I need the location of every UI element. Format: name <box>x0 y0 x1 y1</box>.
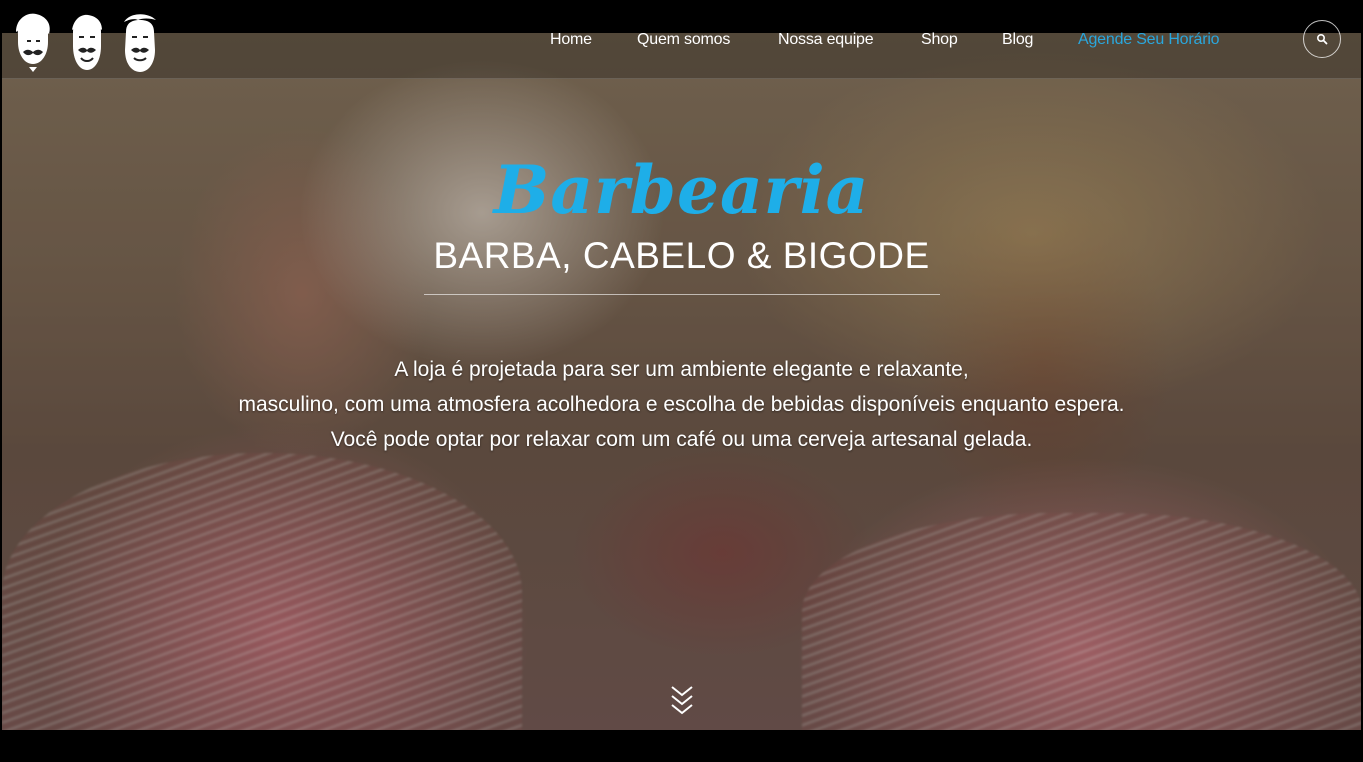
search-button[interactable] <box>1303 20 1341 58</box>
top-black-bar <box>0 0 1363 33</box>
main-nav: Home Quem somos Nossa equipe Shop Blog A… <box>0 30 1363 50</box>
hero-tagline: BARBA, CABELO & BIGODE <box>433 235 930 276</box>
scroll-down-button[interactable] <box>669 684 695 720</box>
hero-description-line: A loja é projetada para ser um ambiente … <box>394 358 969 381</box>
nav-shop[interactable]: Shop <box>921 30 958 50</box>
hero-divider <box>424 294 940 295</box>
page: Home Quem somos Nossa equipe Shop Blog A… <box>0 0 1363 762</box>
hero-description-line: Você pode optar por relaxar com um café … <box>330 428 1033 451</box>
nav-agende-horario[interactable]: Agende Seu Horário <box>1078 30 1220 50</box>
bottom-black-bar <box>0 730 1363 762</box>
nav-nossa-equipe[interactable]: Nossa equipe <box>778 30 874 50</box>
nav-blog[interactable]: Blog <box>1002 30 1033 50</box>
search-icon <box>1316 33 1328 45</box>
nav-home[interactable]: Home <box>550 30 592 50</box>
chevrons-down-icon <box>671 686 693 715</box>
nav-quem-somos[interactable]: Quem somos <box>637 30 730 50</box>
hero-brand-title: Barbearia <box>493 151 870 229</box>
hero-description: A loja é projetada para ser um ambiente … <box>0 352 1363 457</box>
hero-description-line: masculino, com uma atmosfera acolhedora … <box>238 393 1125 416</box>
